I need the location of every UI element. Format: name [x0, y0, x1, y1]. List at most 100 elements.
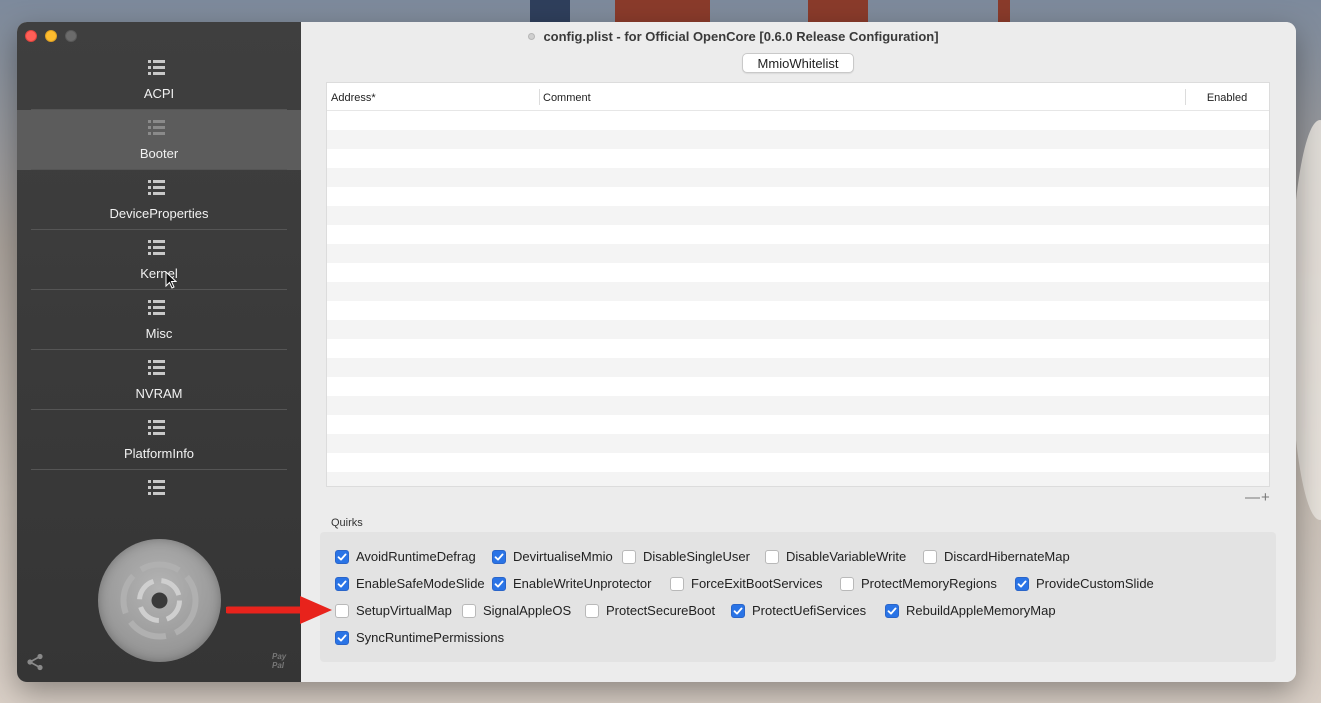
sidebar-item-more[interactable]: [17, 470, 301, 530]
quirks-panel: AvoidRuntimeDefrag DevirtualiseMmio Disabl…: [320, 532, 1276, 662]
checkbox-checked[interactable]: [335, 576, 349, 591]
quirk-protect-secure-boot[interactable]: ProtectSecureBoot: [585, 603, 715, 618]
sidebar-item-label: ACPI: [143, 86, 175, 101]
quirk-provide-custom-slide[interactable]: ProvideCustomSlide: [1015, 576, 1154, 591]
paypal-logo[interactable]: Pay Pal: [272, 652, 286, 670]
checkbox-checked[interactable]: [731, 603, 745, 618]
checkbox-unchecked[interactable]: [462, 603, 476, 618]
column-header-enabled[interactable]: Enabled: [1185, 83, 1269, 110]
table-empty-row: [327, 415, 1269, 434]
checkbox-unchecked[interactable]: [622, 549, 636, 564]
quirk-devirtualise-mmio[interactable]: DevirtualiseMmio: [492, 549, 613, 564]
sidebar-item-booter[interactable]: Booter: [17, 110, 301, 170]
checkbox-unchecked[interactable]: [585, 603, 599, 618]
checkbox-checked[interactable]: [335, 630, 349, 645]
table-empty-row: [327, 358, 1269, 377]
sidebar-item-label: PlatformInfo: [123, 446, 195, 461]
quirk-label: ProtectSecureBoot: [606, 603, 716, 618]
quirk-protect-memory-regions[interactable]: ProtectMemoryRegions: [840, 576, 997, 591]
quirk-label: SyncRuntimePermissions: [356, 630, 505, 645]
sidebar-item-misc[interactable]: Misc: [17, 290, 301, 350]
quirk-label: DisableSingleUser: [643, 549, 750, 564]
quirk-signal-apple-os[interactable]: SignalAppleOS: [462, 603, 571, 618]
checkbox-unchecked[interactable]: [670, 576, 684, 591]
checkmark-icon: [337, 553, 347, 560]
checkmark-icon: [494, 553, 504, 560]
mmio-whitelist-table[interactable]: Address* Comment Enabled: [326, 82, 1270, 487]
sidebar-item-label: Misc: [145, 326, 173, 341]
sidebar-item-label: NVRAM: [135, 386, 183, 401]
quirk-disable-variable-write[interactable]: DisableVariableWrite: [765, 549, 906, 564]
checkbox-checked[interactable]: [1015, 576, 1029, 591]
close-window-button[interactable]: [25, 30, 37, 42]
checkmark-icon: [1017, 580, 1027, 587]
zoom-window-button[interactable]: [65, 30, 77, 42]
background-roof: [530, 0, 570, 22]
minimize-window-button[interactable]: [45, 30, 57, 42]
checkbox-checked[interactable]: [492, 549, 506, 564]
column-header-comment[interactable]: Comment: [539, 83, 1185, 110]
quirk-label: DevirtualiseMmio: [513, 549, 613, 564]
table-empty-row: [327, 130, 1269, 149]
table-header: Address* Comment Enabled: [327, 83, 1269, 111]
checkbox-checked[interactable]: [335, 549, 349, 564]
checkbox-unchecked[interactable]: [923, 549, 937, 564]
table-body: [327, 111, 1269, 486]
sidebar-item-deviceproperties[interactable]: DeviceProperties: [17, 170, 301, 230]
list-icon: [148, 120, 165, 135]
quirk-sync-runtime-permissions[interactable]: SyncRuntimePermissions: [335, 630, 504, 645]
checkbox-unchecked[interactable]: [335, 603, 349, 618]
quirk-label: SignalAppleOS: [483, 603, 572, 618]
add-remove-row-buttons[interactable]: —+: [1245, 489, 1271, 506]
list-icon: [148, 420, 165, 435]
quirk-label: DiscardHibernateMap: [944, 549, 1070, 564]
table-empty-row: [327, 263, 1269, 282]
sidebar-item-kernel[interactable]: Kernel: [17, 230, 301, 290]
quirk-enable-write-unprotector[interactable]: EnableWriteUnprotector: [492, 576, 652, 591]
quirk-label: ProvideCustomSlide: [1036, 576, 1154, 591]
table-empty-row: [327, 168, 1269, 187]
quirk-label: ProtectMemoryRegions: [861, 576, 997, 591]
list-icon: [148, 300, 165, 315]
sidebar-item-platforminfo[interactable]: PlatformInfo: [17, 410, 301, 470]
table-empty-row: [327, 149, 1269, 168]
list-icon: [148, 240, 165, 255]
checkbox-checked[interactable]: [492, 576, 506, 591]
share-icon[interactable]: [26, 653, 44, 671]
checkmark-icon: [337, 634, 347, 641]
sidebar-item-label: DeviceProperties: [109, 206, 209, 221]
quirk-protect-uefi-services[interactable]: ProtectUefiServices: [731, 603, 866, 618]
quirk-discard-hibernate-map[interactable]: DiscardHibernateMap: [923, 549, 1070, 564]
quirk-label: RebuildAppleMemoryMap: [906, 603, 1056, 618]
window-title-text: config.plist - for Official OpenCore [0.…: [543, 29, 939, 44]
quirk-label: ForceExitBootServices: [691, 576, 823, 591]
mmio-whitelist-tab[interactable]: MmioWhitelist: [742, 53, 854, 73]
quirk-label: ProtectUefiServices: [752, 603, 867, 618]
quirk-disable-single-user[interactable]: DisableSingleUser: [622, 549, 750, 564]
sidebar-nav: ACPI Booter DeviceProperties Kernel Misc NVRA…: [17, 50, 301, 530]
app-window: ACPI Booter DeviceProperties Kernel Misc NVRA…: [17, 22, 1296, 682]
checkbox-unchecked[interactable]: [765, 549, 779, 564]
checkbox-checked[interactable]: [885, 603, 899, 618]
table-empty-row: [327, 377, 1269, 396]
sidebar-item-nvram[interactable]: NVRAM: [17, 350, 301, 410]
background-tower: [808, 0, 868, 22]
table-empty-row: [327, 244, 1269, 263]
sidebar-item-label: Booter: [139, 146, 179, 161]
quirk-enable-safe-mode-slide[interactable]: EnableSafeModeSlide: [335, 576, 485, 591]
sidebar-item-acpi[interactable]: ACPI: [17, 50, 301, 110]
quirk-label: EnableWriteUnprotector: [513, 576, 652, 591]
quirk-setup-virtual-map[interactable]: SetupVirtualMap: [335, 603, 452, 618]
table-empty-row: [327, 301, 1269, 320]
mouse-cursor-icon: [165, 271, 177, 289]
list-icon: [148, 180, 165, 195]
quirk-avoid-runtime-defrag[interactable]: AvoidRuntimeDefrag: [335, 549, 476, 564]
table-empty-row: [327, 396, 1269, 415]
quirk-force-exit-boot-services[interactable]: ForceExitBootServices: [670, 576, 823, 591]
checkbox-unchecked[interactable]: [840, 576, 854, 591]
column-header-address[interactable]: Address*: [327, 83, 539, 110]
main-panel: config.plist - for Official OpenCore [0.…: [301, 22, 1296, 682]
quirk-rebuild-apple-memory-map[interactable]: RebuildAppleMemoryMap: [885, 603, 1056, 618]
quirk-label: SetupVirtualMap: [356, 603, 452, 618]
background-spire: [998, 0, 1010, 22]
